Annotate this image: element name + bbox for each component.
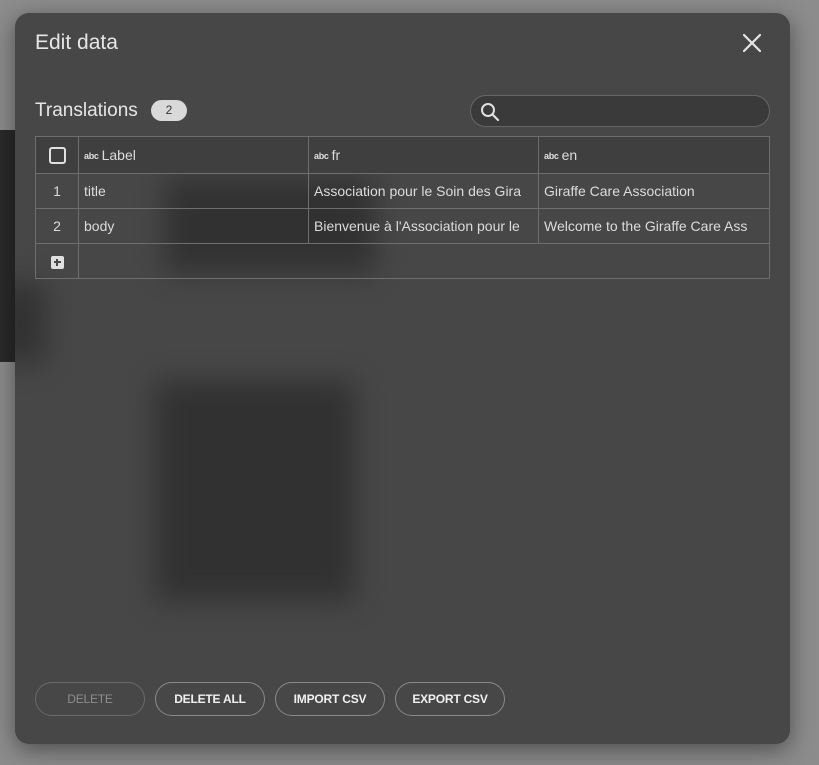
section-title: Translations [35,100,138,121]
cell-fr[interactable]: Bienvenue à l'Association pour le [308,208,539,244]
text-type-icon: abc [544,151,559,161]
add-row-cell[interactable] [35,243,79,279]
delete-all-button[interactable]: DELETE ALL [155,682,265,716]
cell-label[interactable]: body [78,208,309,244]
cell-en[interactable]: Giraffe Care Association [538,173,770,209]
column-header-label[interactable]: abc Label [78,136,309,174]
add-row-empty [78,243,770,279]
close-button[interactable] [740,31,764,55]
column-header-fr[interactable]: abc fr [308,136,539,174]
column-header-en[interactable]: abc en [538,136,770,174]
search-box[interactable] [470,95,770,127]
data-table: abc Label abc fr abc en 1 title Association… [35,136,770,279]
background-blur [15,283,45,363]
table-header-row: abc Label abc fr abc en [35,136,770,174]
cell-fr[interactable]: Association pour le Soin des Gira [308,173,539,209]
select-all-cell[interactable] [35,136,79,174]
cell-en[interactable]: Welcome to the Giraffe Care Ass [538,208,770,244]
add-row [35,243,770,279]
select-all-checkbox[interactable] [48,146,66,164]
text-type-icon: abc [84,151,99,161]
cell-label[interactable]: title [78,173,309,209]
table-row[interactable]: 1 title Association pour le Soin des Gir… [35,173,770,209]
count-badge: 2 [151,100,187,121]
row-index[interactable]: 2 [35,208,79,244]
text-type-icon: abc [314,151,329,161]
edit-data-modal: Edit data Translations 2 abc Label abc fr [15,13,790,744]
import-csv-button[interactable]: IMPORT CSV [275,682,385,716]
modal-title: Edit data [35,31,118,54]
row-index[interactable]: 1 [35,173,79,209]
background-blur [155,381,355,601]
table-row[interactable]: 2 body Bienvenue à l'Association pour le… [35,208,770,244]
add-row-icon[interactable] [50,255,64,269]
search-icon [481,103,500,122]
delete-button[interactable]: DELETE [35,682,145,716]
export-csv-button[interactable]: EXPORT CSV [395,682,505,716]
close-icon [742,33,762,53]
search-input[interactable] [505,100,761,122]
